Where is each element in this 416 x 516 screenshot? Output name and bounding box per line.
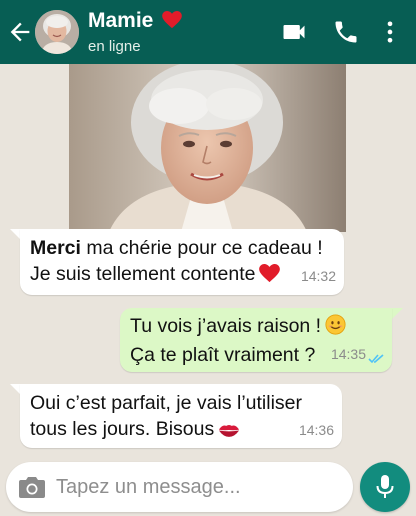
message-bold-word: Merci	[30, 237, 81, 259]
back-arrow-icon	[10, 22, 30, 42]
video-call-icon	[283, 25, 305, 39]
message-text: Ça te plaît vraiment ?	[130, 344, 316, 366]
camera-button[interactable]	[18, 475, 46, 499]
kiss-mark-emoji	[218, 419, 240, 445]
video-call-button[interactable]	[280, 18, 308, 46]
outgoing-message[interactable]: Tu vois j’avais raison ! Ça te plaît vra…	[120, 308, 392, 372]
avatar[interactable]	[35, 10, 79, 54]
more-vertical-icon	[387, 21, 393, 43]
more-options-button[interactable]	[376, 18, 404, 46]
message-text: ma chérie pour ce cadeau !	[80, 237, 323, 259]
back-button[interactable]	[6, 18, 34, 46]
red-heart-emoji	[259, 264, 281, 290]
message-time: 14:32	[300, 268, 336, 284]
smiling-face-emoji	[325, 314, 346, 342]
message-input[interactable]	[56, 470, 341, 504]
camera-icon	[19, 477, 45, 498]
message-time: 14:36	[298, 422, 334, 438]
message-text: tous les jours. Bisous	[30, 418, 215, 440]
double-check-read-icon	[368, 354, 384, 364]
message-text: Je suis tellement contente	[30, 263, 256, 285]
grandmother-photo[interactable]	[69, 64, 346, 232]
incoming-message[interactable]: Merci ma chérie pour ce cadeau ! Je suis…	[20, 229, 344, 295]
voice-call-button[interactable]	[332, 18, 360, 46]
bubble-tail	[391, 308, 403, 320]
presence-status: en ligne	[88, 38, 141, 55]
phone-icon	[335, 21, 357, 43]
microphone-button[interactable]	[360, 462, 410, 512]
microphone-icon	[376, 475, 394, 498]
message-composer	[6, 462, 353, 512]
contact-name[interactable]: Mamie	[88, 9, 153, 33]
message-text: Oui c’est parfait, je vais l’utiliser	[30, 392, 303, 414]
message-text: Tu vois j’avais raison !	[130, 315, 322, 337]
message-time: 14:35	[330, 346, 366, 362]
chat-header: Mamie en ligne	[0, 0, 416, 64]
red-heart-emoji	[161, 11, 182, 34]
incoming-message[interactable]: Oui c’est parfait, je vais l’utiliser to…	[20, 384, 342, 448]
